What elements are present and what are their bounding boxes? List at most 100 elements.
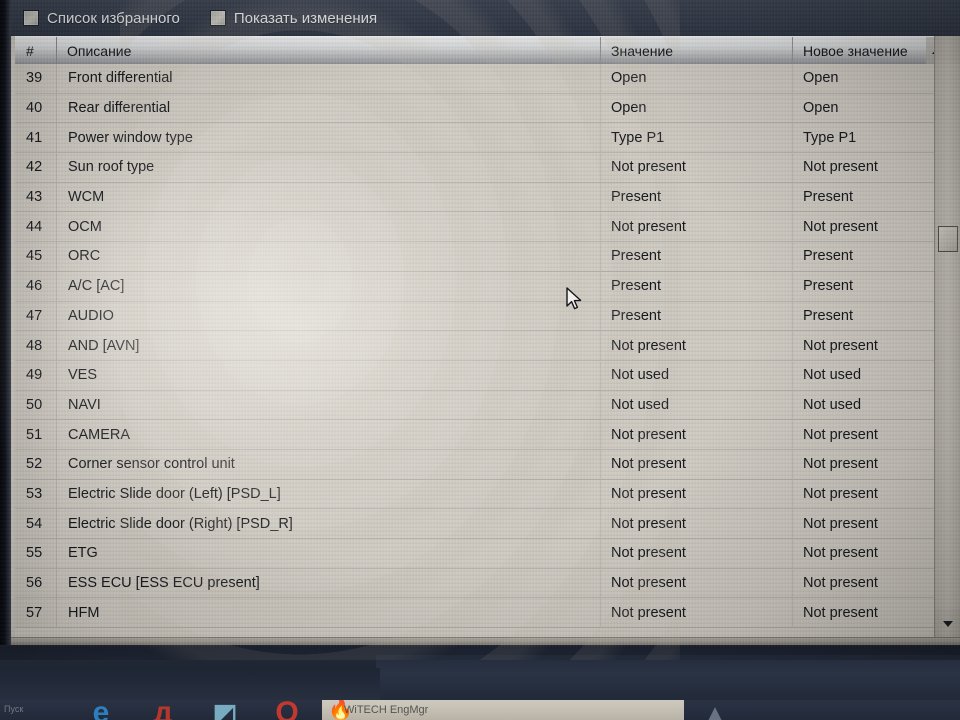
table-row[interactable]: 50 NAVI Not used Not used — [15, 390, 948, 421]
vertical-scrollbar[interactable] — [934, 36, 960, 637]
column-header-number[interactable]: # — [15, 36, 57, 65]
windows-taskbar[interactable]: Пуск e д ◩ O 🔥 WiTECH EngMgr ▲ — [0, 700, 960, 720]
background-fabric — [376, 655, 960, 701]
table-row[interactable]: 42 Sun roof type Not present Not present — [15, 153, 948, 183]
row-cell-new-value[interactable]: Open — [793, 64, 933, 93]
checkbox-box-favorites[interactable] — [23, 10, 39, 26]
row-cell-value: Not used — [601, 390, 793, 420]
row-cell-new-value[interactable]: Type P1 — [793, 123, 933, 152]
row-cell-new-value[interactable]: Not present — [793, 153, 933, 182]
taskbar-icon-internet-explorer[interactable]: e — [70, 700, 132, 720]
row-cell-new-value[interactable]: Present — [793, 302, 933, 331]
row-cell-new-value[interactable]: Not present — [793, 539, 933, 568]
start-button[interactable]: Пуск — [0, 700, 70, 720]
row-cell-new-value[interactable]: Not present — [793, 598, 933, 627]
row-cell-new-value[interactable]: Present — [793, 272, 933, 301]
row-cell-new-value[interactable]: Present — [793, 183, 933, 212]
row-cell-number: 51 — [15, 420, 57, 449]
table-row[interactable]: 56 ESS ECU [ESS ECU present] Not present No… — [15, 568, 948, 599]
taskbar-icon-opera-red[interactable]: д — [132, 700, 194, 720]
checkbox-box-show-changes[interactable] — [209, 10, 226, 26]
row-cell-number: 54 — [15, 509, 57, 538]
row-cell-value: Present — [601, 301, 793, 331]
table-row[interactable]: 54 Electric Slide door (Right) [PSD_R] Not… — [15, 509, 948, 539]
row-cell-new-value[interactable]: Not present — [793, 509, 933, 538]
row-cell-description: A/C [AC] — [57, 271, 601, 301]
taskbar-icon-blue-app[interactable]: ◩ — [194, 700, 256, 720]
row-cell-description: AUDIO — [57, 301, 601, 331]
table-row[interactable]: 45 ORC Present Present — [15, 242, 948, 272]
favorites-list-checkbox[interactable]: Список избранного — [23, 10, 180, 27]
scrollbar-track[interactable] — [935, 64, 960, 609]
table-row[interactable]: 47 AUDIO Present Present — [15, 301, 948, 332]
show-changes-checkbox[interactable]: Показать изменения — [209, 10, 377, 27]
row-cell-number: 40 — [15, 93, 57, 123]
options-toolbar: Список избранного Показать изменения — [11, 0, 960, 36]
row-cell-number: 50 — [15, 390, 57, 420]
row-cell-description: Front differential — [57, 64, 601, 93]
row-cell-value: Type P1 — [601, 123, 793, 153]
row-cell-value: Not present — [601, 479, 793, 509]
row-cell-new-value[interactable]: Not used — [793, 361, 933, 390]
table-row[interactable]: 53 Electric Slide door (Left) [PSD_L] Not … — [15, 479, 948, 510]
row-cell-number: 57 — [15, 598, 57, 628]
row-cell-number: 47 — [15, 301, 57, 331]
blue-app-icon: ◩ — [212, 700, 238, 720]
row-cell-description: Rear differential — [57, 93, 601, 123]
triangle-down-icon — [943, 621, 953, 627]
table-row[interactable]: 51 CAMERA Not present Not present — [15, 420, 948, 450]
scroll-down-button[interactable] — [935, 611, 960, 637]
row-cell-new-value[interactable]: Present — [793, 242, 933, 271]
row-cell-new-value[interactable]: Not present — [793, 212, 933, 241]
row-cell-new-value[interactable]: Open — [793, 94, 933, 123]
row-cell-new-value[interactable]: Not present — [793, 480, 933, 509]
column-header-value[interactable]: Значение — [601, 36, 793, 65]
row-cell-new-value[interactable]: Not present — [793, 569, 933, 598]
row-cell-number: 39 — [15, 64, 57, 93]
table-header-row: # Описание Значение Новое значение — [15, 36, 948, 65]
row-cell-number: 42 — [15, 153, 57, 182]
table-row[interactable]: 46 A/C [AC] Present Present — [15, 271, 948, 302]
row-cell-value: Open — [601, 64, 793, 93]
row-cell-value: Not used — [601, 360, 793, 390]
row-cell-new-value[interactable]: Not present — [793, 450, 933, 479]
row-cell-description: Electric Slide door (Left) [PSD_L] — [57, 479, 601, 509]
opera-o-icon: O — [275, 700, 299, 720]
row-cell-value: Not present — [601, 568, 793, 598]
row-cell-description: VES — [57, 360, 601, 390]
row-cell-number: 49 — [15, 360, 57, 390]
table-row[interactable]: 40 Rear differential Open Open — [15, 93, 948, 124]
row-cell-description: OCM — [57, 212, 601, 242]
table-row[interactable]: 49 VES Not used Not used — [15, 360, 948, 391]
row-cell-new-value[interactable]: Not used — [793, 391, 933, 420]
column-header-new-value[interactable]: Новое значение — [793, 37, 933, 65]
table-body[interactable]: 39 Front differential Open Open 40 Rear diffe… — [15, 64, 948, 637]
row-cell-new-value[interactable]: Not present — [793, 331, 933, 360]
row-cell-number: 44 — [15, 212, 57, 242]
table-row[interactable]: 41 Power window type Type P1 Type P1 — [15, 123, 948, 154]
row-cell-number: 56 — [15, 568, 57, 598]
row-cell-number: 46 — [15, 271, 57, 301]
taskbar-active-window-button[interactable]: 🔥 WiTECH EngMgr — [322, 700, 684, 720]
table-row[interactable]: 48 AND [AVN] Not present Not present — [15, 331, 948, 361]
ecu-configuration-window: Список избранного Показать изменения # О… — [11, 0, 960, 648]
table-row[interactable]: 52 Corner sensor control unit Not present N… — [15, 449, 948, 480]
row-cell-description: ORC — [57, 242, 601, 271]
monitor-photo: Список избранного Показать изменения # О… — [0, 0, 960, 720]
table-row[interactable]: 44 OCM Not present Not present — [15, 212, 948, 243]
column-header-description[interactable]: Описание — [57, 36, 601, 65]
row-cell-number: 55 — [15, 539, 57, 568]
row-cell-value: Not present — [601, 539, 793, 568]
taskbar-tray-caret[interactable]: ▲ — [684, 700, 746, 720]
row-cell-value: Not present — [601, 509, 793, 538]
row-cell-number: 48 — [15, 331, 57, 360]
row-cell-value: Not present — [601, 153, 793, 182]
table-row[interactable]: 39 Front differential Open Open — [15, 64, 948, 94]
row-cell-new-value[interactable]: Not present — [793, 420, 933, 449]
table-row[interactable]: 57 HFM Not present Not present — [15, 598, 948, 629]
background-fabric-2 — [0, 668, 380, 702]
scrollbar-thumb[interactable] — [938, 226, 958, 252]
taskbar-icon-opera[interactable]: O — [256, 700, 318, 720]
table-row[interactable]: 43 WCM Present Present — [15, 182, 948, 213]
table-row[interactable]: 55 ETG Not present Not present — [15, 539, 948, 569]
